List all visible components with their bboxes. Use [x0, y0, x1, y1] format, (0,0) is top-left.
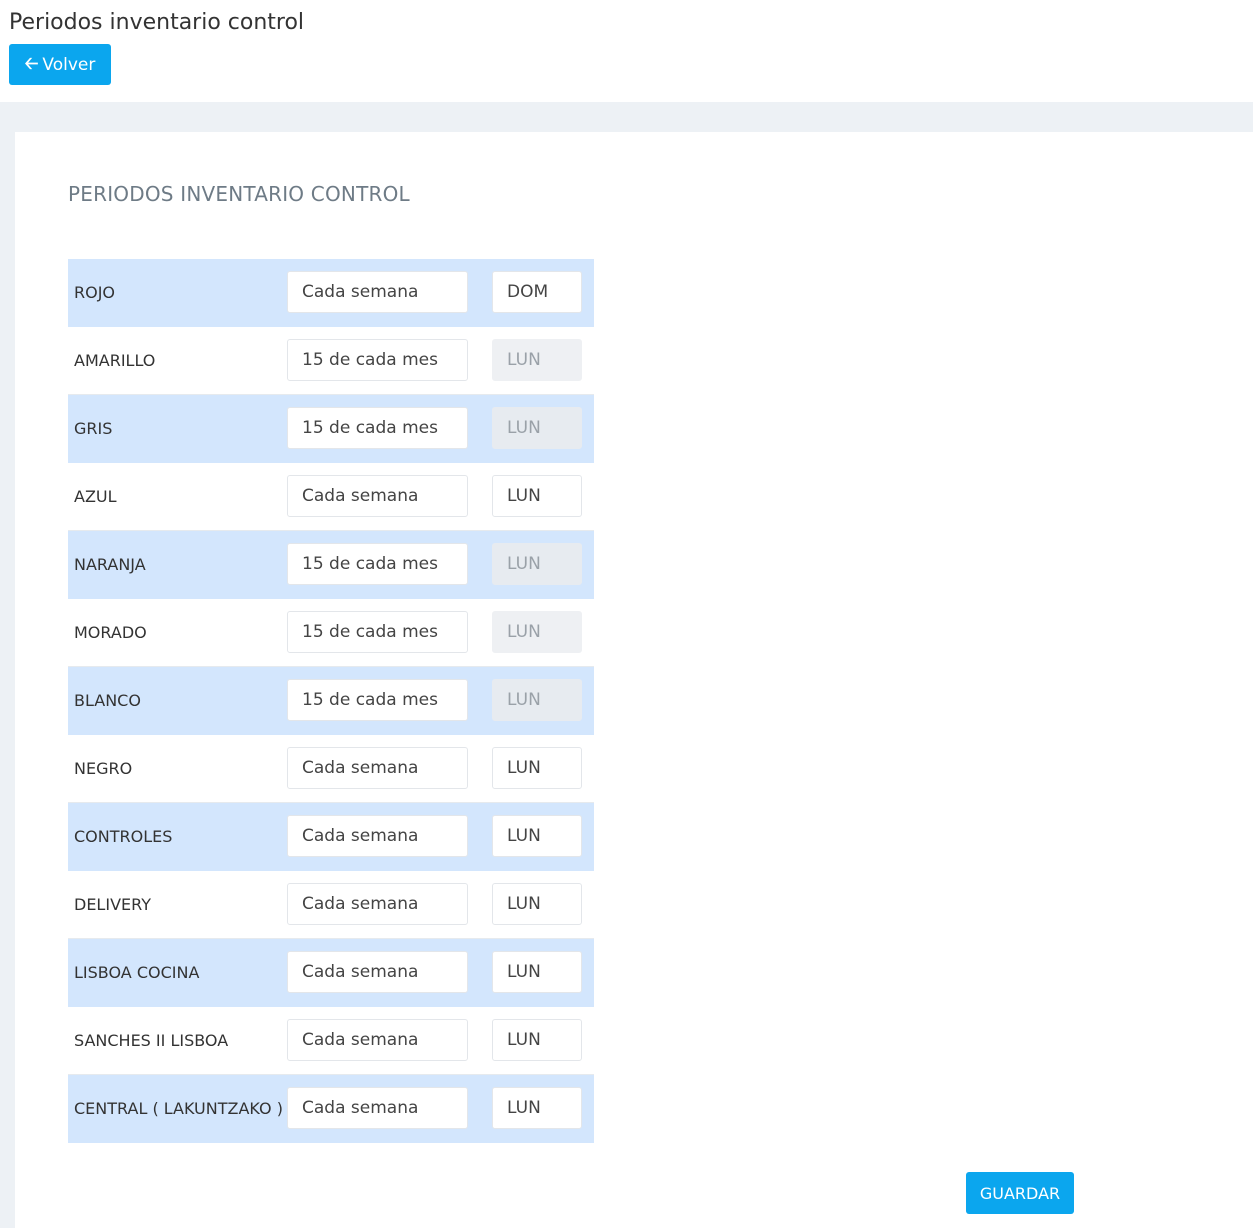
row-label: DELIVERY — [74, 895, 151, 914]
row-label: BLANCO — [74, 691, 141, 710]
row-label: NARANJA — [74, 555, 146, 574]
period-select[interactable]: 15 de cada mes — [287, 407, 468, 449]
day-select[interactable]: LUN — [492, 883, 582, 925]
page-body: PERIODOS INVENTARIO CONTROL ROJO Cada sem… — [0, 102, 1253, 1228]
period-select[interactable]: Cada semana — [287, 883, 468, 925]
period-select[interactable]: Cada semana — [287, 475, 468, 517]
day-select: LUN — [492, 543, 582, 585]
period-select[interactable]: 15 de cada mes — [287, 679, 468, 721]
table-row: CENTRAL ( LAKUNTZAKO ) Cada semana LUN — [68, 1075, 594, 1143]
day-select: LUN — [492, 679, 582, 721]
section-title: PERIODOS INVENTARIO CONTROL — [68, 182, 410, 206]
day-select: LUN — [492, 339, 582, 381]
day-select[interactable]: LUN — [492, 475, 582, 517]
content-card: PERIODOS INVENTARIO CONTROL ROJO Cada sem… — [15, 132, 1253, 1228]
table-row: BLANCO 15 de cada mes LUN — [68, 667, 594, 735]
table-row: ROJO Cada semana DOM — [68, 259, 594, 327]
table-row: NEGRO Cada semana LUN — [68, 735, 594, 803]
table-row: CONTROLES Cada semana LUN — [68, 803, 594, 871]
period-select[interactable]: Cada semana — [287, 271, 468, 313]
table-row: LISBOA COCINA Cada semana LUN — [68, 939, 594, 1007]
period-select[interactable]: Cada semana — [287, 1019, 468, 1061]
row-label: AMARILLO — [74, 351, 156, 370]
row-label: GRIS — [74, 419, 113, 438]
period-select[interactable]: Cada semana — [287, 1087, 468, 1129]
row-label: ROJO — [74, 283, 116, 302]
table-row: DELIVERY Cada semana LUN — [68, 871, 594, 939]
day-select: LUN — [492, 407, 582, 449]
table-row: SANCHES II LISBOA Cada semana LUN — [68, 1007, 594, 1075]
row-label: MORADO — [74, 623, 147, 642]
day-select[interactable]: LUN — [492, 1087, 582, 1129]
table-row: AZUL Cada semana LUN — [68, 463, 594, 531]
period-select[interactable]: 15 de cada mes — [287, 611, 468, 653]
save-button[interactable]: GUARDAR — [966, 1172, 1074, 1214]
period-select[interactable]: Cada semana — [287, 747, 468, 789]
table-row: NARANJA 15 de cada mes LUN — [68, 531, 594, 599]
day-select[interactable]: DOM — [492, 271, 582, 313]
period-select[interactable]: 15 de cada mes — [287, 339, 468, 381]
row-label: AZUL — [74, 487, 117, 506]
period-select[interactable]: 15 de cada mes — [287, 543, 468, 585]
day-select[interactable]: LUN — [492, 815, 582, 857]
periods-table: ROJO Cada semana DOM AMARILLO 15 de cada mes… — [68, 259, 594, 1143]
day-select[interactable]: LUN — [492, 747, 582, 789]
back-button-label: Volver — [42, 54, 96, 75]
table-row: MORADO 15 de cada mes LUN — [68, 599, 594, 667]
period-select[interactable]: Cada semana — [287, 951, 468, 993]
back-button[interactable]: 🡠 Volver — [9, 44, 111, 85]
row-label: SANCHES II LISBOA — [74, 1031, 229, 1050]
period-select[interactable]: Cada semana — [287, 815, 468, 857]
arrow-left-icon: 🡠 — [24, 54, 39, 74]
row-label: CONTROLES — [74, 827, 173, 846]
page-header: Periodos inventario control 🡠 Volver — [0, 0, 1253, 102]
row-label: NEGRO — [74, 759, 133, 778]
row-label: LISBOA COCINA — [74, 963, 200, 982]
day-select[interactable]: LUN — [492, 1019, 582, 1061]
page-title: Periodos inventario control — [9, 10, 305, 35]
day-select[interactable]: LUN — [492, 951, 582, 993]
table-row: AMARILLO 15 de cada mes LUN — [68, 327, 594, 395]
day-select: LUN — [492, 611, 582, 653]
table-row: GRIS 15 de cada mes LUN — [68, 395, 594, 463]
row-label: CENTRAL ( LAKUNTZAKO ) — [74, 1099, 283, 1118]
